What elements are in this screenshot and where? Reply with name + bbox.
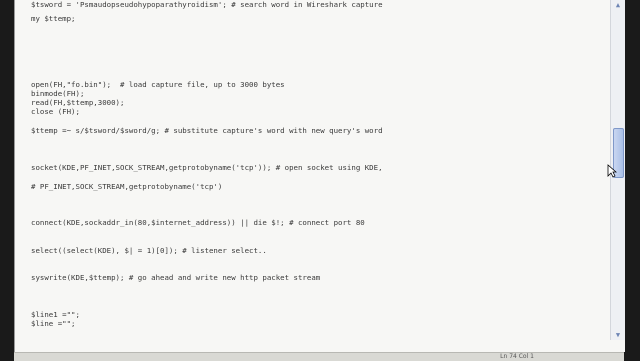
scroll-up-arrow-icon[interactable]: ▲ — [613, 0, 623, 10]
code-line: open(FH,"fo.bin"); # load capture file, … — [31, 80, 285, 89]
code-line: my $ttemp; — [31, 14, 76, 23]
code-line: syswrite(KDE,$ttemp); # go ahead and wri… — [31, 273, 321, 282]
code-line: binmode(FH); — [31, 89, 85, 98]
code-line: socket(KDE,PF_INET,SOCK_STREAM,getprotob… — [31, 163, 383, 172]
code-line: $line =""; — [31, 319, 76, 328]
code-editor-viewport[interactable]: $tsword = 'Psmaudopseudohypoparathyroidi… — [14, 0, 625, 352]
cursor-position: Ln 74 Col 1 — [500, 353, 534, 360]
code-line: read(FH,$ttemp,3000); — [31, 98, 125, 107]
code-area[interactable]: $tsword = 'Psmaudopseudohypoparathyroidi… — [31, 0, 591, 340]
code-line: select((select(KDE), $| = 1)[0]); # list… — [31, 246, 267, 255]
code-line: connect(KDE,sockaddr_in(80,$internet_add… — [31, 218, 365, 227]
code-line: $ttemp =~ s/$tsword/$sword/g; # substitu… — [31, 126, 383, 135]
scroll-down-arrow-icon[interactable]: ▼ — [613, 330, 623, 340]
code-line: # PF_INET,SOCK_STREAM,getprotobyname('tc… — [31, 182, 223, 191]
code-line: $tsword = 'Psmaudopseudohypoparathyroidi… — [31, 0, 383, 9]
mouse-pointer-icon — [607, 164, 617, 178]
code-line: close (FH); — [31, 107, 80, 116]
code-line: $line1 =""; — [31, 310, 80, 319]
